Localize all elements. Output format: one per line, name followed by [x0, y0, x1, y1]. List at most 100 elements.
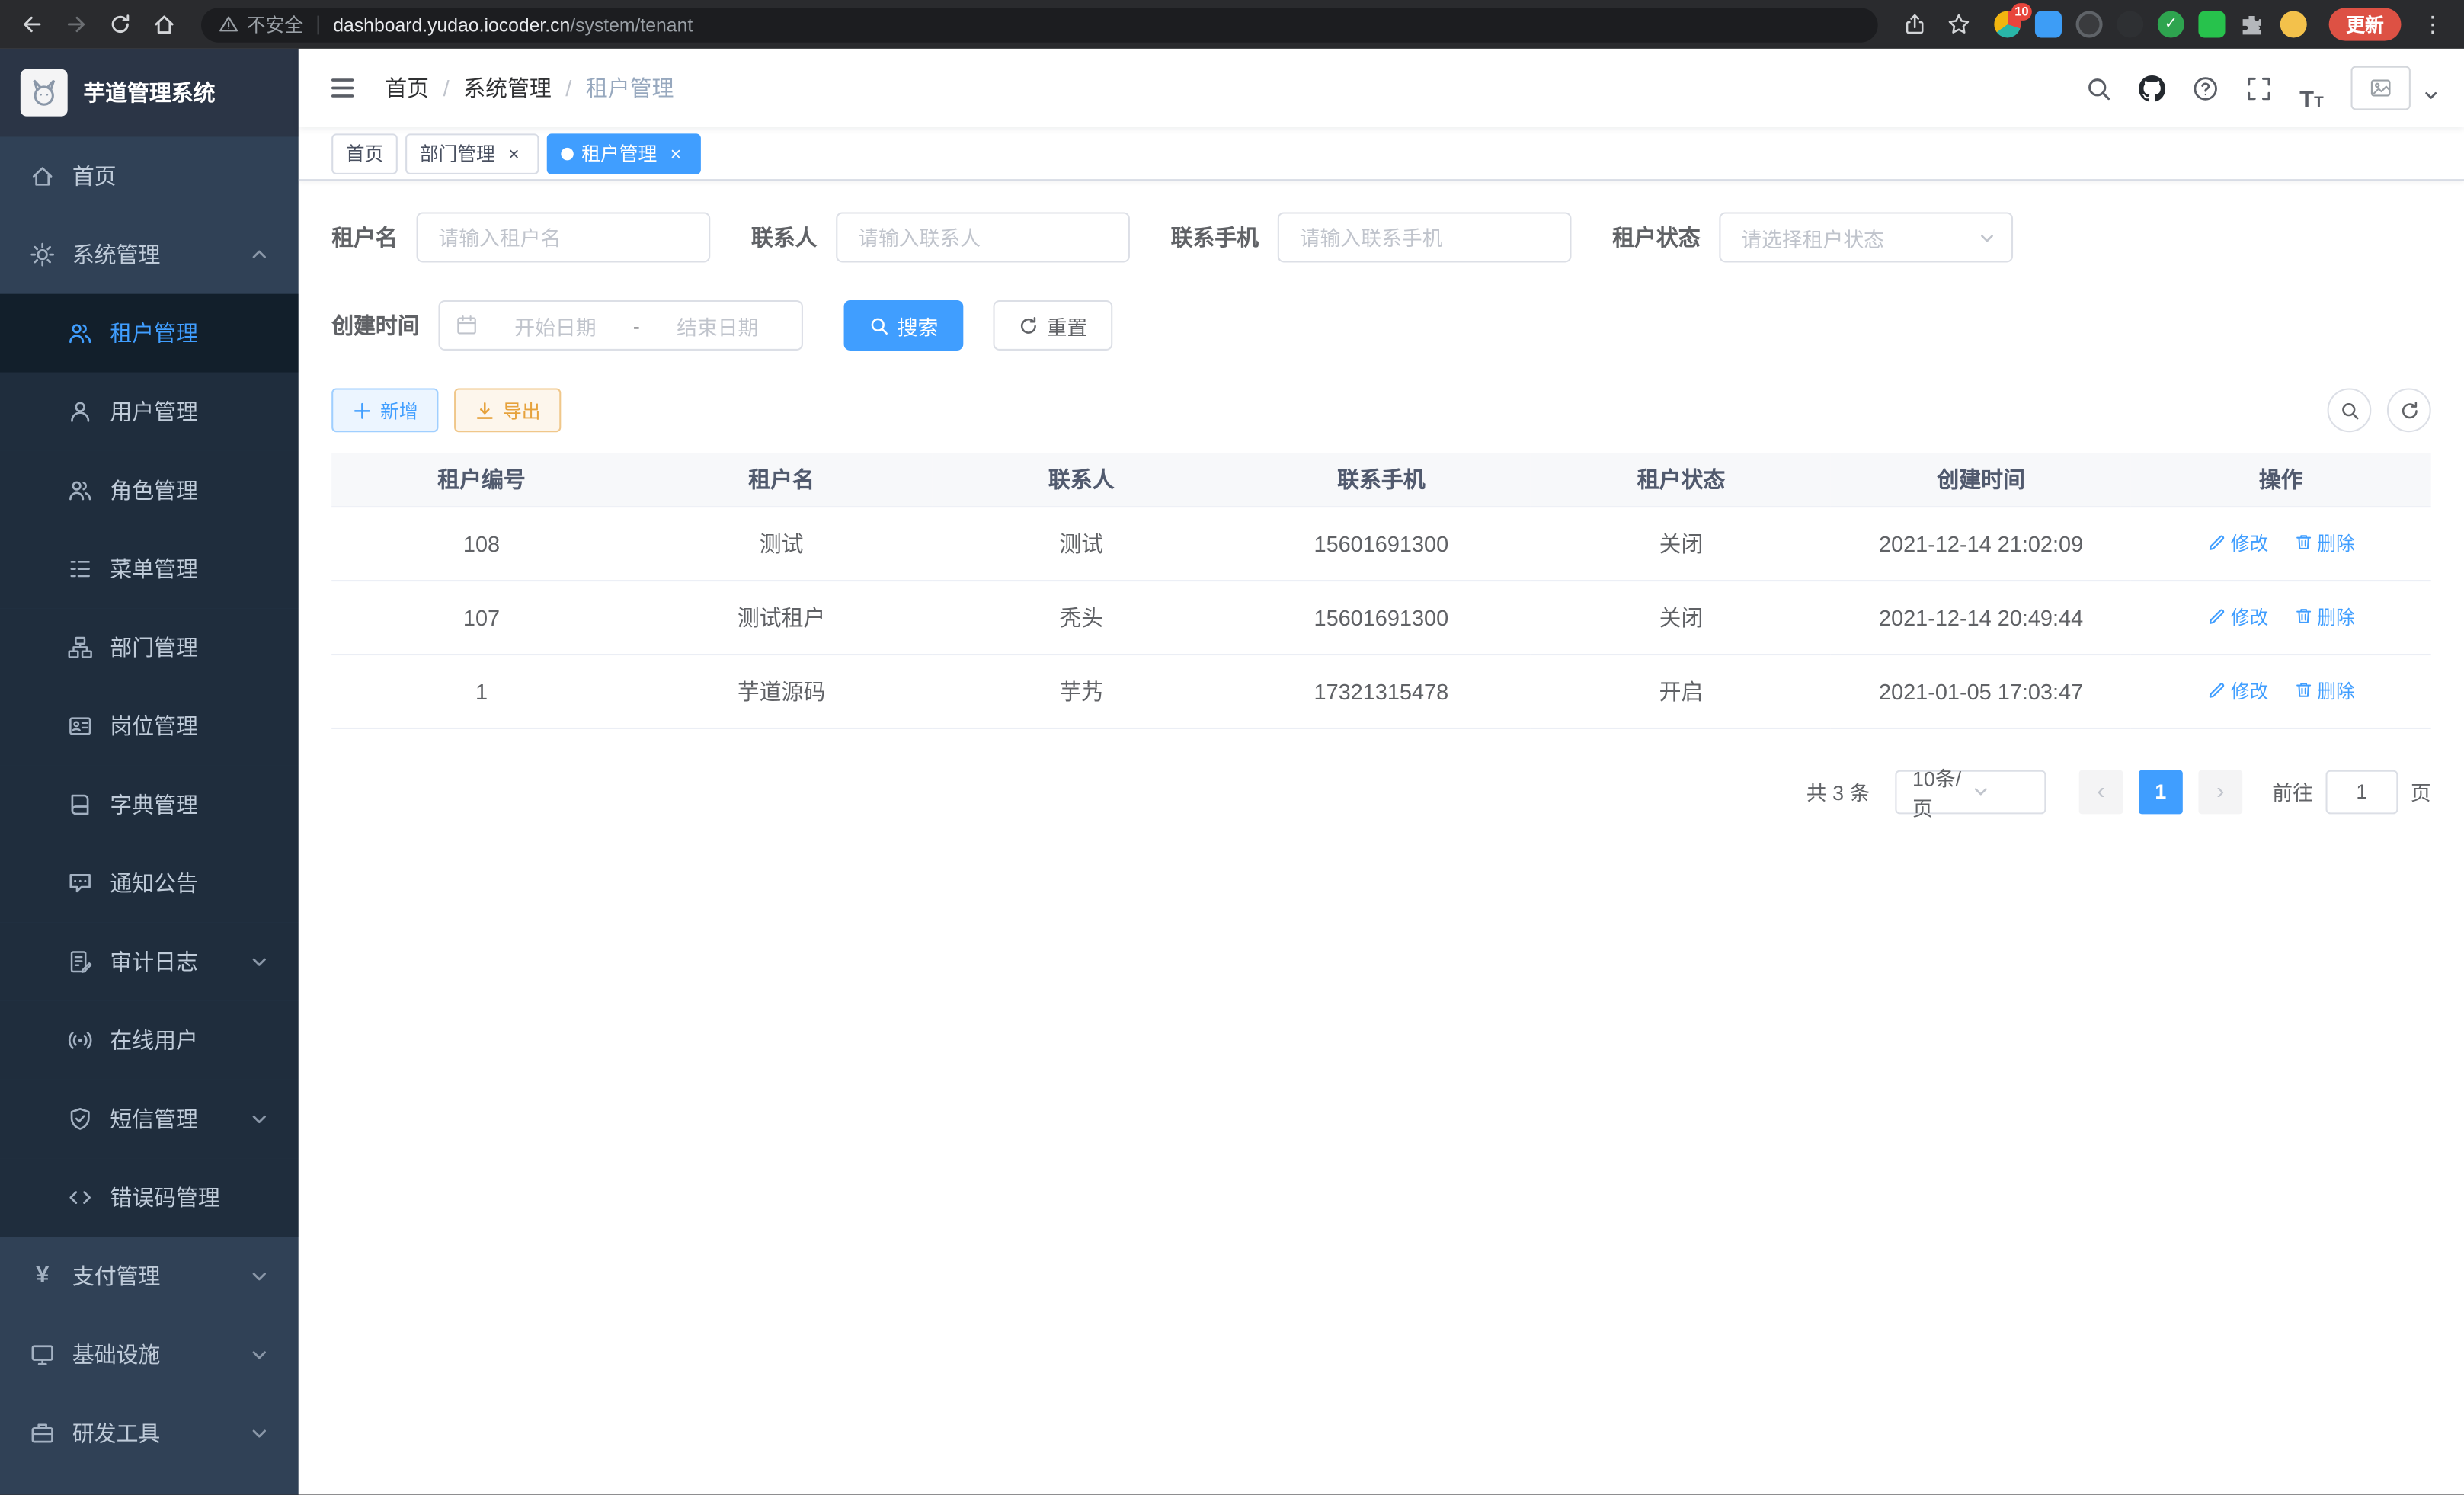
- url-domain: dashboard.yudao.iocoder.cn: [333, 14, 570, 36]
- search-button[interactable]: 搜索: [844, 300, 964, 351]
- audit-log-icon: [68, 949, 93, 975]
- caret-down-icon[interactable]: [2423, 88, 2439, 104]
- font-size-icon[interactable]: TT: [2288, 65, 2335, 112]
- help-icon[interactable]: [2181, 65, 2229, 112]
- delete-link[interactable]: 删除: [2293, 603, 2354, 629]
- breadcrumb-home[interactable]: 首页: [385, 72, 429, 104]
- browser-menu-icon[interactable]: ⋮: [2414, 11, 2452, 37]
- forward-icon[interactable]: [56, 5, 94, 43]
- tab-home[interactable]: 首页: [331, 133, 398, 174]
- sidebar-item-user[interactable]: 用户管理: [0, 373, 299, 451]
- tabs-bar: 首页 部门管理× 租户管理×: [299, 127, 2464, 181]
- toggle-search-button[interactable]: [2328, 388, 2372, 432]
- user-icon: [68, 399, 93, 424]
- sidebar-item-sms[interactable]: 短信管理: [0, 1080, 299, 1158]
- sidebar-item-role[interactable]: 角色管理: [0, 451, 299, 530]
- sidebar-item-dict[interactable]: 字典管理: [0, 765, 299, 844]
- sidebar-item-label: 岗位管理: [110, 710, 198, 741]
- extension-icon[interactable]: [2198, 11, 2225, 37]
- total-count: 共 3 条: [1806, 776, 1870, 806]
- sidebar-item-infra[interactable]: 基础设施: [0, 1315, 299, 1394]
- reset-button[interactable]: 重置: [994, 300, 1113, 351]
- sidebar-item-post[interactable]: 岗位管理: [0, 687, 299, 765]
- edit-link[interactable]: 修改: [2207, 530, 2268, 556]
- extension-icon[interactable]: [2076, 11, 2103, 37]
- bookmark-star-icon[interactable]: [1941, 5, 1979, 43]
- close-icon[interactable]: ×: [503, 142, 525, 165]
- sidebar-item-home[interactable]: 首页: [0, 136, 299, 215]
- contact-input[interactable]: [836, 212, 1130, 262]
- date-range-picker[interactable]: 开始日期 - 结束日期: [438, 300, 803, 351]
- export-button[interactable]: 导出: [454, 388, 561, 432]
- filter-row-1: 租户名 联系人 联系手机 租户状态 请选择租户状态: [331, 212, 2431, 262]
- sidebar-item-audit-log[interactable]: 审计日志: [0, 923, 299, 1001]
- sidebar-item-label: 部门管理: [110, 632, 198, 663]
- tenant-name-input[interactable]: [417, 212, 711, 262]
- cell-status: 关闭: [1531, 506, 1832, 580]
- monitor-icon: [30, 1342, 55, 1367]
- sidebar-item-tenant[interactable]: 租户管理: [0, 294, 299, 373]
- sidebar-item-notice[interactable]: 通知公告: [0, 844, 299, 923]
- sidebar-item-error-code[interactable]: 错误码管理: [0, 1158, 299, 1237]
- sidebar-item-system[interactable]: 系统管理: [0, 216, 299, 294]
- github-icon[interactable]: [2128, 65, 2175, 112]
- extensions-puzzle-icon[interactable]: [2239, 11, 2266, 37]
- sidebar-item-dept[interactable]: 部门管理: [0, 608, 299, 687]
- sidebar-item-menu[interactable]: 菜单管理: [0, 530, 299, 608]
- breadcrumb-current: 租户管理: [586, 72, 674, 104]
- share-icon[interactable]: [1896, 5, 1934, 43]
- address-bar[interactable]: 不安全 dashboard.yudao.iocoder.cn/system/te…: [201, 7, 1878, 41]
- status-select[interactable]: 请选择租户状态: [1719, 212, 2013, 262]
- page-size-select[interactable]: 10条/页: [1895, 770, 2046, 814]
- cell-tenant-name: 测试租户: [632, 580, 932, 654]
- prev-page-button[interactable]: ‹: [2079, 770, 2123, 814]
- delete-link[interactable]: 删除: [2293, 530, 2354, 556]
- avatar[interactable]: [2351, 66, 2411, 110]
- reload-icon[interactable]: [101, 5, 139, 43]
- hamburger-icon[interactable]: [322, 74, 363, 102]
- delete-link[interactable]: 删除: [2293, 677, 2354, 703]
- back-icon[interactable]: [13, 5, 51, 43]
- yen-icon: ¥: [30, 1263, 55, 1289]
- logo[interactable]: 芋道管理系统: [0, 49, 299, 137]
- tab-tenant[interactable]: 租户管理×: [547, 133, 701, 174]
- breadcrumb-system[interactable]: 系统管理: [463, 72, 552, 104]
- close-icon[interactable]: ×: [665, 142, 687, 165]
- column-header: 创建时间: [1831, 453, 2131, 506]
- cell-contact: 芋艿: [931, 654, 1231, 728]
- divider: [318, 15, 319, 34]
- sidebar-item-payment[interactable]: ¥ 支付管理: [0, 1237, 299, 1315]
- extension-icon[interactable]: ✓: [2158, 11, 2184, 37]
- update-button[interactable]: 更新: [2329, 8, 2402, 40]
- app-title: 芋道管理系统: [83, 77, 215, 108]
- sidebar-item-online-users[interactable]: 在线用户: [0, 1001, 299, 1080]
- page-number-button[interactable]: 1: [2139, 770, 2183, 814]
- fullscreen-icon[interactable]: [2235, 65, 2282, 112]
- edit-link[interactable]: 修改: [2207, 677, 2268, 703]
- extension-icon[interactable]: [2117, 11, 2143, 37]
- phone-input[interactable]: [1278, 212, 1572, 262]
- edit-link[interactable]: 修改: [2207, 603, 2268, 629]
- next-page-button[interactable]: ›: [2198, 770, 2242, 814]
- code-icon: [68, 1185, 93, 1210]
- chevron-down-icon: [250, 1346, 269, 1365]
- extension-icon[interactable]: [2035, 11, 2062, 37]
- calendar-icon: [456, 315, 478, 337]
- goto-page-input[interactable]: [2325, 770, 2398, 814]
- toolbox-icon: [30, 1421, 55, 1446]
- chevron-down-icon: [250, 1266, 269, 1285]
- extension-icon[interactable]: [2280, 11, 2307, 37]
- sidebar-item-label: 用户管理: [110, 396, 198, 427]
- search-icon[interactable]: [2075, 65, 2122, 112]
- refresh-table-button[interactable]: [2387, 388, 2431, 432]
- sidebar-item-label: 在线用户: [110, 1025, 198, 1056]
- home-icon: [30, 164, 55, 189]
- browser-toolbar: 不安全 dashboard.yudao.iocoder.cn/system/te…: [0, 0, 2464, 49]
- page-size-value: 10条/页: [1912, 761, 1972, 821]
- table-row: 107 测试租户 秃头 15601691300 关闭 2021-12-14 20…: [331, 580, 2431, 654]
- extension-icon[interactable]: 10: [1994, 11, 2021, 37]
- tab-dept[interactable]: 部门管理×: [405, 133, 539, 174]
- add-button[interactable]: 新增: [331, 388, 438, 432]
- sidebar-item-dev-tools[interactable]: 研发工具: [0, 1394, 299, 1472]
- browser-home-icon[interactable]: [145, 5, 183, 43]
